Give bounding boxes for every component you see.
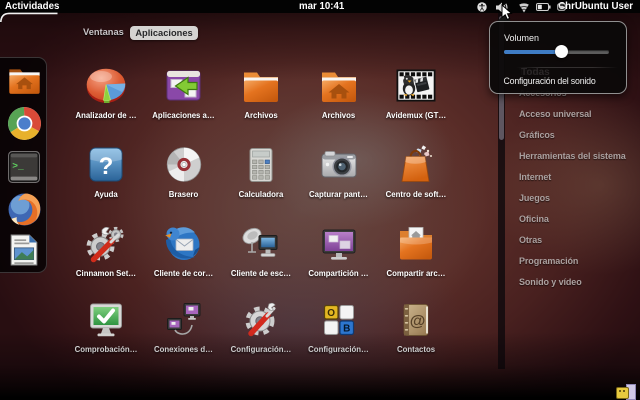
- svg-text:@: @: [410, 313, 426, 330]
- svg-text:?: ?: [99, 153, 114, 180]
- svg-text:O: O: [327, 308, 335, 319]
- svg-text:>_: >_: [12, 161, 24, 172]
